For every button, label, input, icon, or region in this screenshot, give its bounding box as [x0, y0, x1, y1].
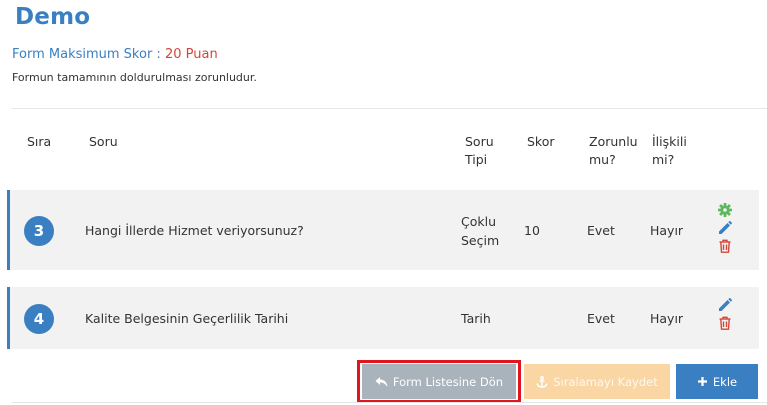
question-required: Evet [587, 223, 615, 238]
back-to-form-list-button[interactable]: Form Listesine Dön [362, 364, 516, 399]
divider [12, 108, 767, 109]
header-question: Soru [89, 134, 118, 149]
header-required: Zorunlu mu? [589, 134, 638, 167]
question-type: Çoklu Seçim [461, 214, 500, 248]
gear-icon[interactable] [717, 202, 733, 218]
question-related: Hayır [650, 223, 684, 238]
question-type: Tarih [461, 311, 491, 326]
header-type: Soru Tipi [465, 134, 494, 167]
max-score: Form Maksimum Skor : 20 Puan [12, 47, 218, 62]
header-score: Skor [527, 134, 555, 149]
order-badge: 3 [24, 216, 54, 246]
save-order-button[interactable]: Sıralamayı Kaydet [524, 364, 670, 399]
pencil-icon[interactable] [717, 297, 733, 313]
add-button[interactable]: Ekle [676, 364, 758, 399]
max-score-value: 20 Puan [164, 47, 218, 62]
required-note: Formun tamamının doldurulması zorunludur… [12, 71, 257, 84]
row-actions [717, 202, 733, 256]
order-badge: 4 [24, 304, 54, 334]
page-title: Demo [15, 4, 91, 30]
table-row[interactable]: 4 Kalite Belgesinin Geçerlilik Tarihi Ta… [7, 287, 759, 349]
back-button-label: Form Listesine Dön [392, 374, 504, 389]
trash-icon[interactable] [717, 315, 733, 331]
question-text: Kalite Belgesinin Geçerlilik Tarihi [85, 311, 289, 326]
question-related: Hayır [650, 311, 684, 326]
pencil-icon[interactable] [717, 220, 733, 236]
plus-icon [697, 377, 707, 386]
divider [12, 402, 767, 403]
add-button-label: Ekle [712, 374, 738, 389]
reply-icon [375, 376, 388, 387]
trash-icon[interactable] [717, 238, 733, 254]
anchor-icon [536, 375, 548, 388]
question-score: 10 [524, 223, 540, 238]
max-score-label: Form Maksimum Skor : [12, 47, 161, 62]
question-required: Evet [587, 311, 615, 326]
question-text: Hangi İllerde Hizmet veriyorsunuz? [85, 223, 304, 238]
header-order: Sıra [27, 134, 52, 149]
table-row[interactable]: 3 Hangi İllerde Hizmet veriyorsunuz? Çok… [7, 190, 759, 270]
header-related: İlişkili mi? [652, 134, 687, 167]
save-order-label: Sıralamayı Kaydet [553, 374, 658, 389]
row-actions [717, 297, 733, 333]
